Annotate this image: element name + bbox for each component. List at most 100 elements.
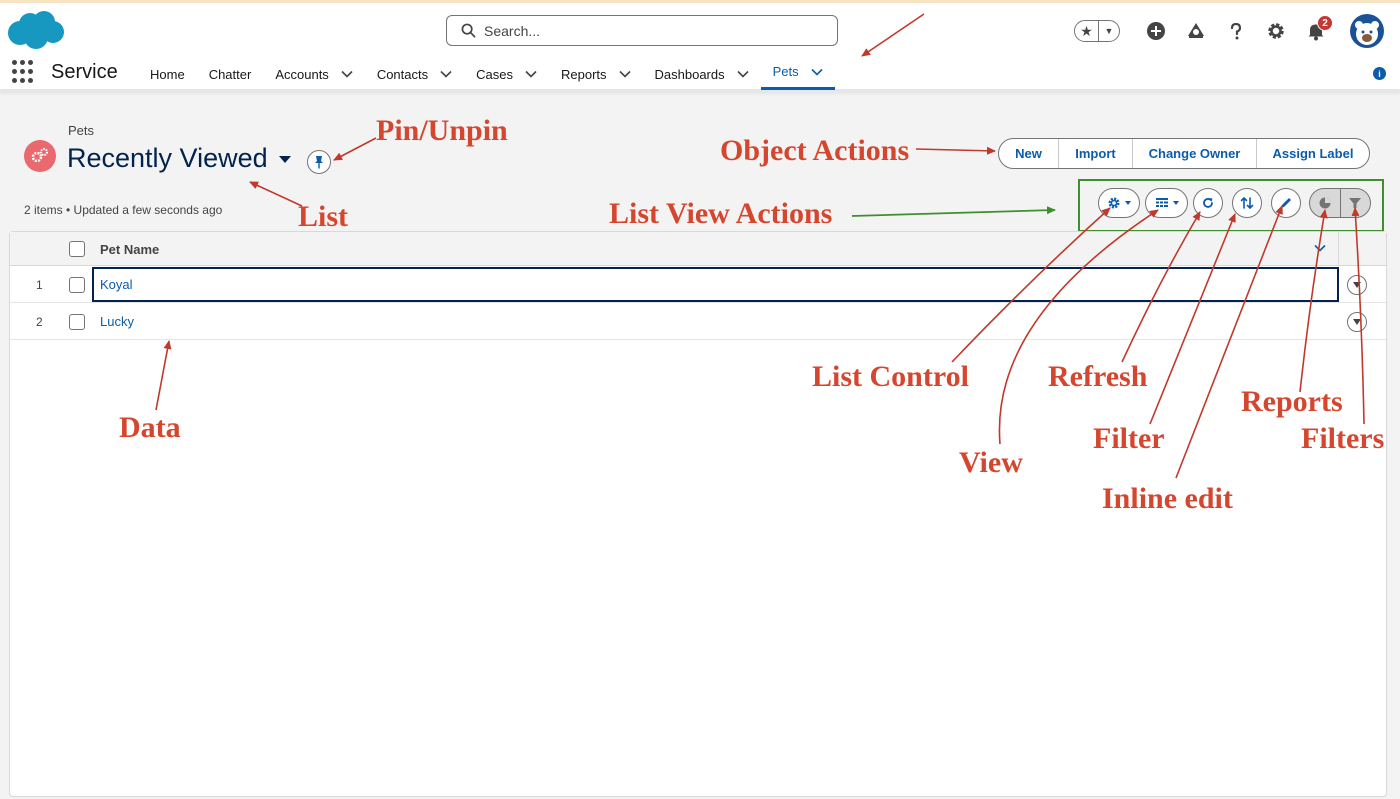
- new-button[interactable]: New: [999, 139, 1059, 168]
- list-status-text: 2 items • Updated a few seconds ago: [24, 203, 223, 217]
- pie-chart-icon: [1319, 197, 1331, 209]
- annotation-list: List: [298, 200, 349, 233]
- row-actions-button[interactable]: [1347, 275, 1367, 295]
- pet-name-link[interactable]: Lucky: [100, 314, 134, 329]
- row-checkbox[interactable]: [69, 314, 85, 330]
- search-icon: [461, 23, 476, 38]
- annotation-pin-unpin: Pin/Unpin: [376, 114, 508, 147]
- object-label: Pets: [68, 123, 95, 138]
- favorites-group: ★ ▼: [1074, 20, 1120, 42]
- list-view-title: Recently Viewed: [67, 143, 268, 173]
- help-button[interactable]: [1224, 19, 1248, 43]
- global-header: ★ ▼: [0, 0, 1400, 56]
- annotation-inline-edit: Inline edit: [1102, 482, 1233, 515]
- arrow-object-actions: [915, 146, 996, 155]
- refresh-button[interactable]: [1193, 188, 1223, 218]
- nav-tab-pets[interactable]: Pets: [760, 56, 835, 90]
- annotation-refresh: Refresh: [1048, 360, 1148, 393]
- column-header-pet-name[interactable]: Pet Name: [100, 242, 159, 257]
- gears-icon: [31, 148, 48, 163]
- filters-button[interactable]: [1341, 189, 1371, 217]
- nav-tab-dashboards[interactable]: Dashboards: [643, 56, 761, 92]
- select-all-checkbox[interactable]: [69, 241, 85, 257]
- nav-tab-contacts[interactable]: Contacts: [365, 56, 464, 92]
- list-view-selector[interactable]: Recently Viewed: [67, 143, 291, 174]
- favorites-star-icon[interactable]: ★: [1075, 21, 1099, 41]
- chevron-down-icon: [1125, 201, 1131, 205]
- add-icon: [1147, 22, 1165, 40]
- list-view-dropdown-icon: [278, 156, 291, 163]
- sort-button[interactable]: [1232, 188, 1262, 218]
- chevron-down-icon: [1353, 319, 1361, 325]
- sort-arrows-icon: [1240, 196, 1254, 210]
- nav-tab-label: Reports: [560, 66, 607, 82]
- assign-label-button[interactable]: Assign Label: [1257, 139, 1369, 168]
- gear-icon: [1108, 197, 1120, 209]
- search-input[interactable]: [484, 22, 804, 39]
- notifications-button[interactable]: 2: [1304, 15, 1333, 43]
- trailhead-button[interactable]: [1184, 19, 1208, 43]
- nav-tab-cases[interactable]: Cases: [464, 56, 549, 92]
- chevron-down-icon[interactable]: [811, 68, 823, 76]
- row-checkbox[interactable]: [69, 277, 85, 293]
- favorites-dropdown-icon[interactable]: ▼: [1099, 21, 1119, 41]
- app-name: Service: [51, 61, 118, 83]
- chevron-down-icon: [1172, 201, 1179, 205]
- global-actions-button[interactable]: [1144, 19, 1168, 43]
- app-launcher-icon[interactable]: [12, 60, 36, 84]
- nav-tab-label: Chatter: [208, 66, 252, 82]
- user-avatar[interactable]: [1350, 14, 1384, 48]
- chevron-down-icon[interactable]: [341, 70, 353, 78]
- chevron-down-icon[interactable]: [618, 70, 631, 78]
- pencil-icon: [1281, 198, 1291, 208]
- inline-edit-button[interactable]: [1271, 188, 1301, 218]
- nav-tab-chatter[interactable]: Chatter: [197, 56, 264, 92]
- charts-button[interactable]: [1310, 189, 1341, 217]
- import-button[interactable]: Import: [1059, 139, 1133, 168]
- chevron-down-icon[interactable]: [525, 70, 537, 78]
- nav-items: Home Chatter Accounts Contacts Cases Reports D…: [138, 56, 835, 92]
- change-owner-button[interactable]: Change Owner: [1133, 139, 1257, 168]
- nav-tab-reports[interactable]: Reports: [549, 56, 643, 92]
- object-actions-group: New Import Change Owner Assign Label: [998, 138, 1370, 169]
- nav-tab-accounts[interactable]: Accounts: [263, 56, 364, 92]
- setup-button[interactable]: [1264, 19, 1288, 43]
- refresh-icon: [1203, 198, 1213, 208]
- nav-tab-home[interactable]: Home: [138, 56, 197, 92]
- trailhead-icon: [1188, 23, 1204, 38]
- list-view-controls-button[interactable]: [1098, 188, 1140, 218]
- filter-funnel-icon: [1349, 198, 1362, 208]
- pets-object-icon: [24, 140, 56, 172]
- annotation-view: View: [959, 446, 1023, 479]
- annotation-object-actions: Object Actions: [720, 134, 910, 167]
- salesforce-cloud-logo[interactable]: [6, 9, 66, 51]
- help-icon: [1230, 22, 1242, 40]
- nav-tab-label: Home: [150, 66, 185, 82]
- header-utilities: ★ ▼ 2: [1074, 13, 1384, 49]
- column-menu-chevron-icon[interactable]: [1314, 244, 1326, 252]
- app-navigation-bar: Service Home Chatter Accounts Contacts Cases…: [0, 56, 1400, 92]
- nav-tab-label: Contacts: [376, 66, 429, 82]
- chevron-down-icon[interactable]: [737, 70, 749, 78]
- pet-name-link[interactable]: Koyal: [100, 277, 133, 292]
- nav-tab-label: Dashboards: [654, 66, 725, 82]
- gear-icon: [1268, 23, 1284, 39]
- nav-tab-label: Accounts: [275, 66, 329, 82]
- table-row: 2 Lucky: [10, 303, 1386, 340]
- display-as-button[interactable]: [1145, 188, 1188, 218]
- info-icon[interactable]: i: [1373, 67, 1386, 80]
- row-actions-button[interactable]: [1347, 312, 1367, 332]
- arrow-pin-unpin: [333, 137, 377, 161]
- arrow-list-view-actions: [851, 206, 1056, 217]
- global-search[interactable]: [446, 15, 838, 46]
- arrow-list: [249, 181, 303, 207]
- annotation-data: Data: [119, 411, 181, 444]
- pin-list-button[interactable]: [307, 150, 331, 174]
- row-number: 1: [36, 278, 43, 292]
- astro-avatar-icon: [1355, 21, 1379, 45]
- pin-icon: [315, 156, 323, 169]
- chevron-down-icon[interactable]: [440, 70, 452, 78]
- charts-filters-group: [1309, 188, 1371, 218]
- nav-tab-label: Cases: [476, 66, 513, 82]
- row-number: 2: [36, 315, 43, 329]
